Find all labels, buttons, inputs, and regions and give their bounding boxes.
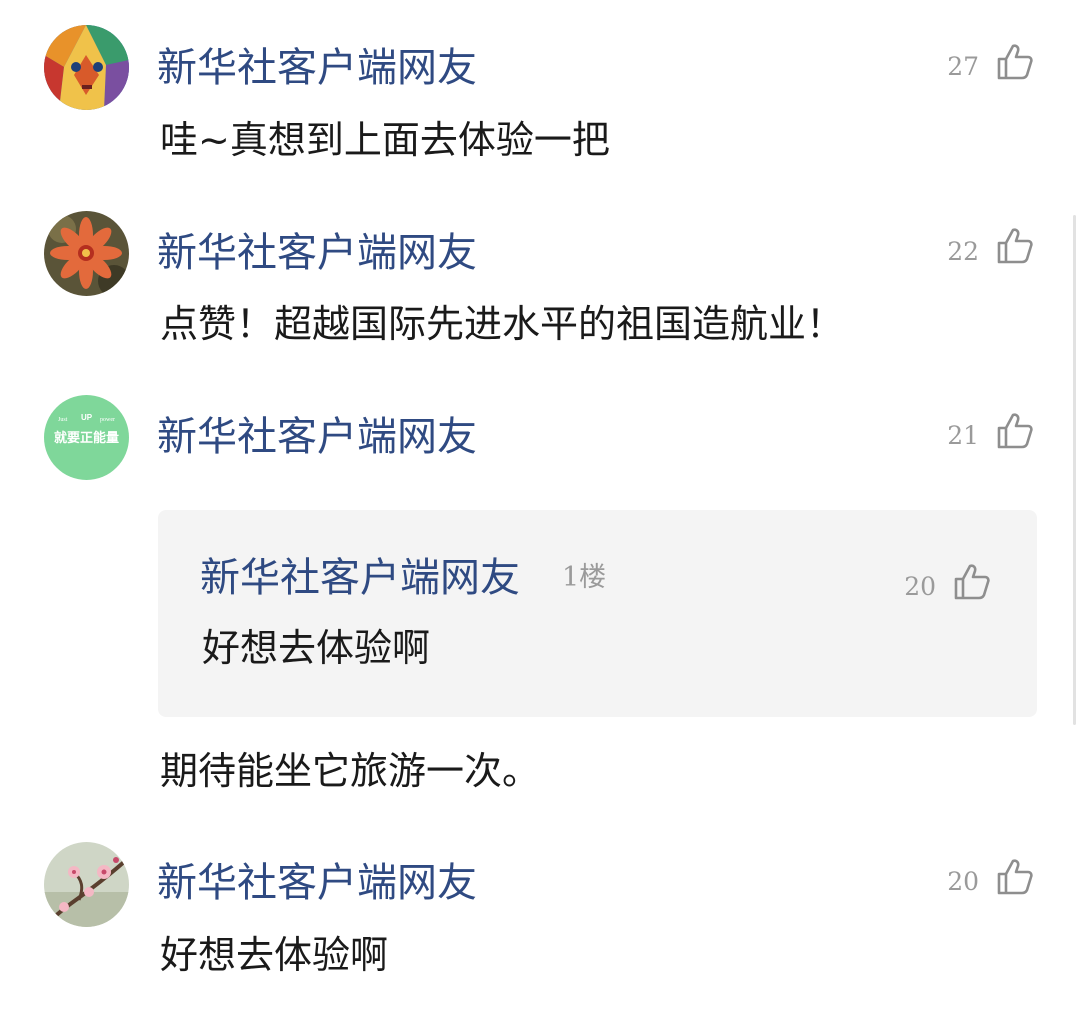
- username[interactable]: 新华社客户端网友: [157, 229, 477, 277]
- username[interactable]: 新华社客户端网友: [157, 859, 477, 907]
- avatar-text-small: UP: [81, 413, 93, 422]
- avatar-text-small: power: [100, 417, 115, 423]
- like-count: 21: [947, 421, 979, 450]
- like-count: 22: [947, 237, 979, 266]
- comment-text: 哇~真想到上面去体验一把: [160, 118, 610, 162]
- thumbs-up-icon[interactable]: [995, 226, 1035, 266]
- like-count: 20: [904, 572, 936, 601]
- avatar[interactable]: Just UP power 就要正能量: [44, 395, 129, 480]
- colorful-mask-avatar-icon: [44, 25, 129, 110]
- thumbs-up-icon[interactable]: [995, 411, 1035, 451]
- scrollbar[interactable]: [1073, 215, 1076, 725]
- reply-username[interactable]: 新华社客户端网友: [200, 554, 520, 602]
- avatar-text-main: 就要正能量: [54, 430, 119, 446]
- reply-text: 好想去体验啊: [202, 626, 431, 670]
- like-count: 20: [947, 867, 979, 896]
- thumbs-up-icon[interactable]: [952, 562, 992, 602]
- blossom-branch-avatar-icon: [44, 842, 129, 927]
- reply-box[interactable]: [158, 510, 1037, 717]
- thumbs-up-icon[interactable]: [995, 857, 1035, 897]
- like-count: 27: [947, 52, 979, 81]
- avatar[interactable]: [44, 842, 129, 927]
- avatar[interactable]: [44, 25, 129, 110]
- comment-text: 点赞！超越国际先进水平的祖国造航业！: [160, 302, 845, 346]
- positive-energy-avatar-icon: Just UP power 就要正能量: [44, 395, 129, 480]
- username[interactable]: 新华社客户端网友: [157, 413, 477, 461]
- avatar[interactable]: [44, 211, 129, 296]
- thumbs-up-icon[interactable]: [995, 42, 1035, 82]
- comment-text: 好想去体验啊: [160, 933, 389, 977]
- avatar-text-small: Just: [58, 417, 68, 423]
- flower-avatar-icon: [44, 211, 129, 296]
- floor-label: 1楼: [562, 562, 607, 593]
- comment-text: 期待能坐它旅游一次。: [160, 749, 541, 793]
- username[interactable]: 新华社客户端网友: [157, 44, 477, 92]
